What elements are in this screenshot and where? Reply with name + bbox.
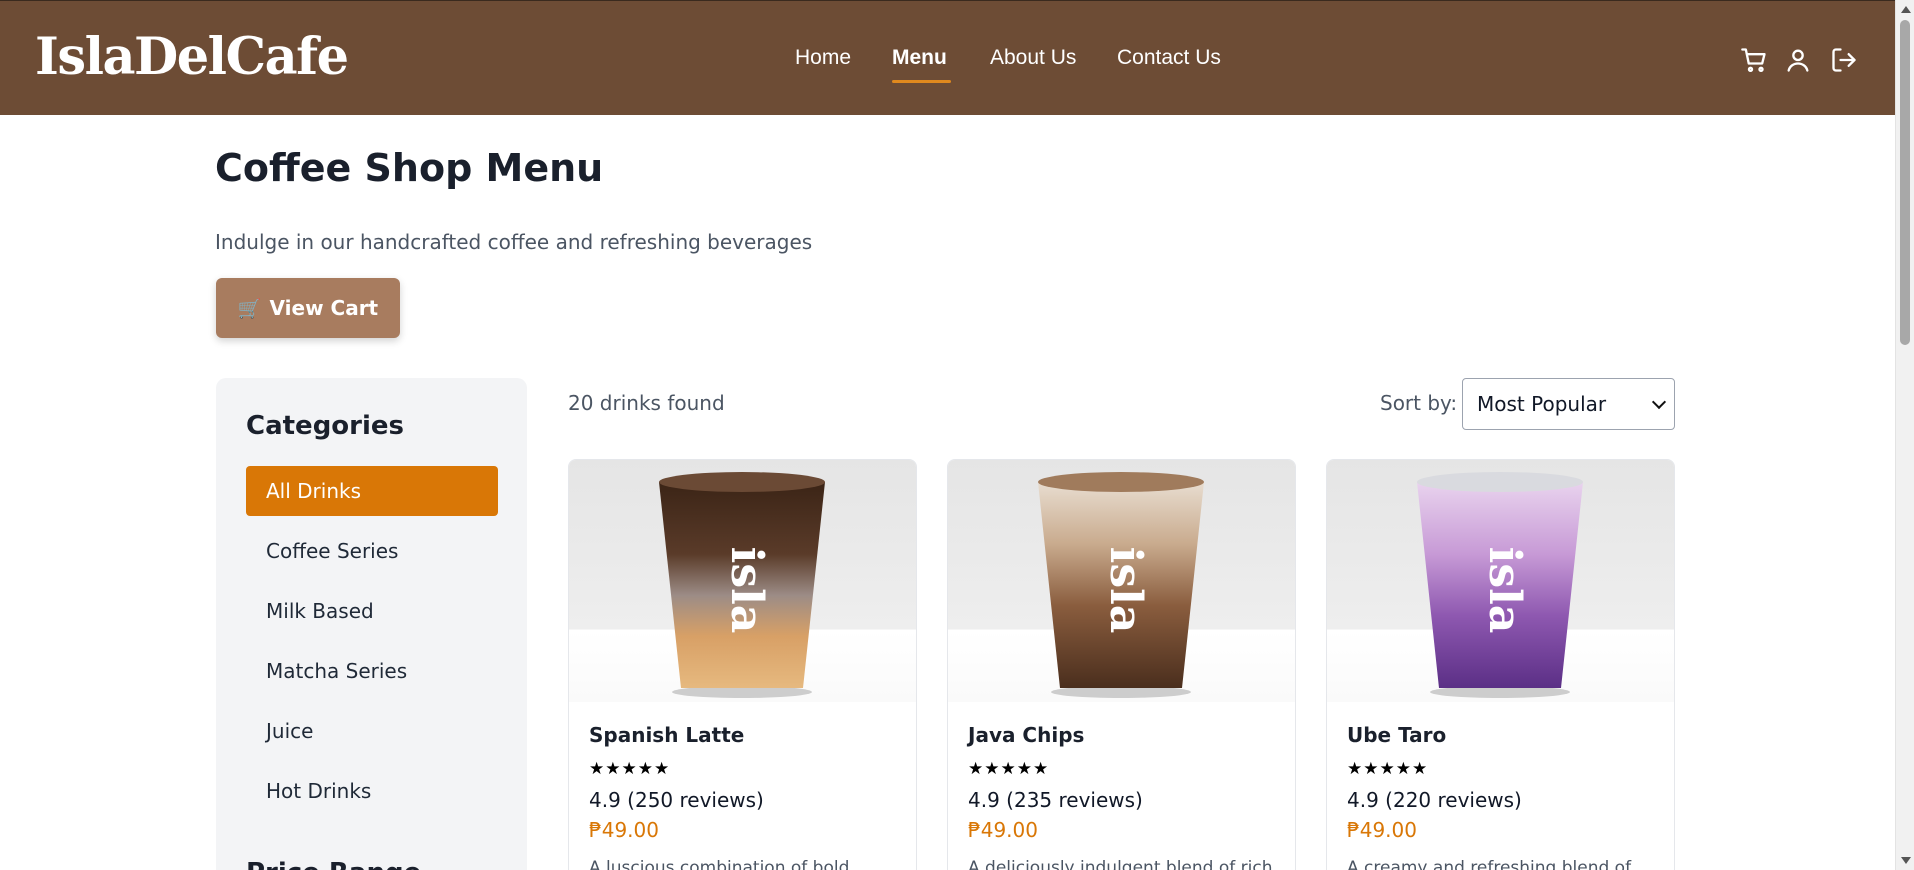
category-all-drinks[interactable]: All Drinks — [246, 466, 498, 516]
scroll-up-arrow[interactable] — [1901, 6, 1911, 13]
logout-icon[interactable] — [1830, 46, 1858, 74]
category-sidebar: Categories All Drinks Coffee Series Milk… — [216, 378, 527, 870]
scroll-down-arrow[interactable] — [1901, 857, 1911, 864]
view-cart-label: View Cart — [269, 296, 379, 320]
product-name: Spanish Latte — [589, 723, 745, 747]
cup-brand: isla — [721, 547, 772, 634]
product-card[interactable]: isla Java Chips ★★★★★ 4.9 (235 reviews) … — [947, 459, 1296, 870]
nav-about-us[interactable]: About Us — [990, 46, 1076, 70]
shopping-cart-icon: 🛒 — [237, 297, 262, 320]
nav-home[interactable]: Home — [795, 46, 851, 70]
product-name: Java Chips — [968, 723, 1085, 747]
results-count: 20 drinks found — [568, 391, 725, 415]
category-coffee-series[interactable]: Coffee Series — [246, 526, 498, 576]
category-matcha-series[interactable]: Matcha Series — [246, 646, 498, 696]
product-description: A deliciously indulgent blend of rich — [968, 858, 1273, 870]
sort-label: Sort by: — [1380, 391, 1458, 415]
cup-brand: isla — [1100, 547, 1151, 634]
cup-brand: isla — [1479, 547, 1530, 634]
product-price: ₱49.00 — [589, 818, 659, 842]
product-card[interactable]: isla Spanish Latte ★★★★★ 4.9 (250 review… — [568, 459, 917, 870]
page-title: Coffee Shop Menu — [215, 146, 604, 190]
product-rating: 4.9 (250 reviews) — [589, 788, 764, 812]
product-image: isla — [948, 460, 1295, 702]
top-navbar: IslaDelCafe Home Menu About Us Contact U… — [0, 0, 1895, 115]
product-image: isla — [569, 460, 916, 702]
star-rating-icon: ★★★★★ — [589, 759, 671, 779]
product-rating: 4.9 (220 reviews) — [1347, 788, 1522, 812]
sort-select[interactable]: Most Popular — [1462, 378, 1675, 430]
price-range-heading: Price Range — [246, 858, 421, 870]
star-rating-icon: ★★★★★ — [968, 759, 1050, 779]
user-icon[interactable] — [1784, 46, 1812, 74]
category-milk-based[interactable]: Milk Based — [246, 586, 498, 636]
categories-heading: Categories — [246, 411, 405, 441]
category-juice[interactable]: Juice — [246, 706, 498, 756]
category-hot-drinks[interactable]: Hot Drinks — [246, 766, 498, 816]
product-rating: 4.9 (235 reviews) — [968, 788, 1143, 812]
star-rating-icon: ★★★★★ — [1347, 759, 1429, 779]
product-price: ₱49.00 — [968, 818, 1038, 842]
nav-contact-us[interactable]: Contact Us — [1117, 46, 1221, 70]
cart-icon[interactable] — [1740, 46, 1768, 74]
nav-menu[interactable]: Menu — [892, 46, 947, 70]
page-scrollbar[interactable] — [1895, 0, 1914, 870]
product-description: A luscious combination of bold — [589, 858, 850, 870]
chevron-down-icon — [1651, 394, 1667, 410]
view-cart-button[interactable]: 🛒 View Cart — [216, 278, 400, 338]
sort-selected-value: Most Popular — [1477, 392, 1607, 416]
active-nav-indicator — [892, 80, 951, 83]
product-description: A creamy and refreshing blend of — [1347, 858, 1632, 870]
product-card[interactable]: isla Ube Taro ★★★★★ 4.9 (220 reviews) ₱4… — [1326, 459, 1675, 870]
scroll-thumb[interactable] — [1900, 20, 1910, 345]
product-price: ₱49.00 — [1347, 818, 1417, 842]
product-name: Ube Taro — [1347, 723, 1447, 747]
product-image: isla — [1327, 460, 1674, 702]
page-subtitle: Indulge in our handcrafted coffee and re… — [215, 230, 813, 254]
